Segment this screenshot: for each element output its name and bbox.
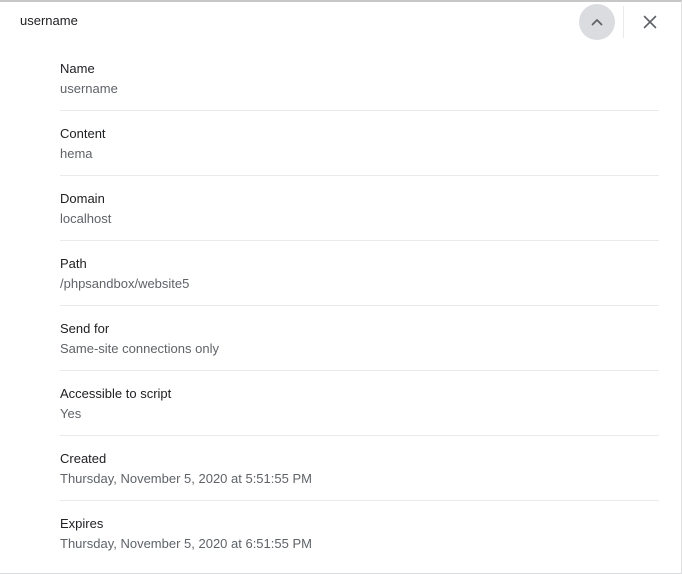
field-name: Name username: [60, 46, 659, 111]
field-accessible-to-script: Accessible to script Yes: [60, 371, 659, 436]
chevron-up-icon: [591, 19, 603, 26]
field-value: Yes: [60, 406, 82, 421]
field-expires: Expires Thursday, November 5, 2020 at 6:…: [60, 501, 659, 566]
field-path: Path /phpsandbox/website5: [60, 241, 659, 306]
field-value: /phpsandbox/website5: [60, 276, 190, 291]
cookie-header: username: [0, 2, 681, 40]
field-label: Created: [60, 451, 107, 466]
field-value: Same-site connections only: [60, 341, 219, 356]
field-value: Thursday, November 5, 2020 at 5:51:55 PM: [60, 471, 312, 486]
field-label: Expires: [60, 516, 104, 531]
field-created: Created Thursday, November 5, 2020 at 5:…: [60, 436, 659, 501]
field-value: username: [60, 81, 118, 96]
cookie-title: username: [20, 13, 78, 28]
field-label: Send for: [60, 321, 110, 336]
field-label: Accessible to script: [60, 386, 172, 401]
field-label: Path: [60, 256, 87, 271]
field-label: Content: [60, 126, 106, 141]
field-send-for: Send for Same-site connections only: [60, 306, 659, 371]
cookie-field-list: Name username Content hema Domain localh…: [60, 46, 659, 566]
cookie-detail-panel: username Name username Content hema Doma…: [0, 0, 682, 574]
header-divider: [623, 6, 624, 38]
field-value: localhost: [60, 211, 112, 226]
field-value: hema: [60, 146, 93, 161]
field-value: Thursday, November 5, 2020 at 6:51:55 PM: [60, 536, 312, 551]
collapse-button[interactable]: [579, 4, 615, 40]
field-content: Content hema: [60, 111, 659, 176]
close-button[interactable]: [634, 4, 666, 40]
field-domain: Domain localhost: [60, 176, 659, 241]
close-icon: [643, 15, 657, 29]
field-label: Domain: [60, 191, 105, 206]
field-label: Name: [60, 61, 95, 76]
